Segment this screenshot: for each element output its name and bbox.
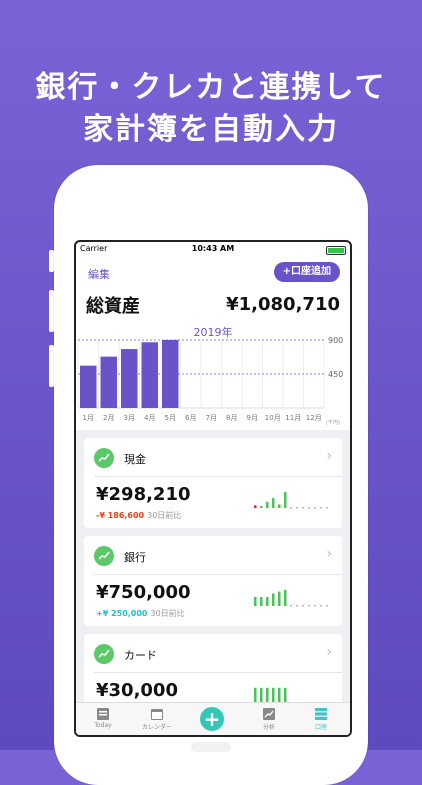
sparkline-placeholder (302, 605, 304, 607)
chart-bar (100, 356, 117, 408)
status-time: 10:43 AM (191, 244, 235, 253)
account-amount: ¥30,000 (96, 680, 178, 701)
x-tick-label: 6月 (185, 414, 196, 422)
x-tick-label: 9月 (247, 414, 258, 422)
x-tick-label: 11月 (285, 414, 301, 422)
account-amount: ¥750,000 (96, 582, 191, 603)
sparkline-placeholder (290, 605, 292, 607)
sparkline-placeholder (296, 605, 298, 607)
chart-bar (162, 340, 179, 408)
sparkline-bar (266, 501, 269, 508)
plus-icon: + (203, 707, 221, 731)
chart-icon (94, 644, 114, 664)
sparkline-bar (254, 505, 257, 508)
y-tick-label: 900 (328, 336, 343, 345)
x-tick-label: 1月 (83, 414, 94, 422)
account-list: 現金 › ¥298,210 -¥ 186,600 30日前比 銀行 › ¥750,000 +¥… (76, 430, 350, 735)
sparkline-bar (260, 506, 263, 508)
sparkline-bar (278, 591, 281, 606)
sparkline-chart (254, 491, 328, 509)
chart-icon (94, 448, 114, 468)
status-bar: Carrier 10:43 AM (76, 242, 350, 256)
battery-icon (326, 246, 346, 255)
accounts-icon (315, 708, 327, 720)
sparkline-bar (266, 597, 269, 606)
account-name: 銀行 (124, 551, 146, 564)
tab-analysis[interactable]: 分析 (242, 707, 296, 731)
x-tick-label: 3月 (124, 414, 135, 422)
sparkline-placeholder (296, 507, 298, 509)
tab-today[interactable]: Today (76, 707, 130, 729)
x-tick-label: 12月 (306, 414, 322, 422)
sparkline-chart (254, 589, 328, 607)
sparkline-placeholder (308, 605, 310, 607)
add-entry-button[interactable]: + (200, 707, 224, 731)
card-divider (94, 672, 342, 673)
sparkline-placeholder (308, 507, 310, 509)
headline-line2: 家計簿を自動入力 (83, 112, 339, 147)
account-card-cash[interactable]: 現金 › ¥298,210 -¥ 186,600 30日前比 (84, 438, 342, 528)
account-card-bank[interactable]: 銀行 › ¥750,000 +¥ 250,000 30日前比 (84, 536, 342, 626)
tab-calendar-label: カレンダー (141, 724, 172, 731)
sparkline-bar (284, 589, 287, 606)
today-icon (97, 708, 109, 720)
tab-accounts[interactable]: 口座 (294, 707, 348, 731)
sparkline-placeholder (290, 507, 292, 509)
tab-calendar[interactable]: カレンダー (130, 707, 184, 731)
sparkline-bar (278, 504, 281, 508)
card-divider (94, 574, 342, 575)
account-name: カード (124, 649, 157, 662)
x-tick-label: 10月 (265, 414, 281, 422)
home-indicator (191, 742, 231, 752)
sparkline-bar (272, 593, 275, 606)
sparkline-placeholder (320, 507, 322, 509)
chevron-right-icon: › (326, 546, 332, 562)
tab-bar: Today カレンダー + 分析 口座 (76, 702, 350, 735)
tab-accounts-label: 口座 (314, 724, 327, 731)
calendar-icon (151, 709, 163, 720)
y-tick-label: 450 (328, 370, 343, 379)
account-diff: +¥ 250,000 30日前比 (96, 609, 185, 618)
card-divider (94, 476, 342, 477)
chevron-right-icon: › (326, 448, 332, 464)
chevron-right-icon: › (326, 644, 332, 660)
chart-bar (121, 349, 138, 408)
x-tick-label: 7月 (206, 414, 217, 422)
x-tick-label: 8月 (226, 414, 237, 422)
chart-bar (80, 365, 97, 408)
sparkline-bar (284, 491, 287, 508)
chart-bar (141, 342, 158, 408)
tab-analysis-label: 分析 (262, 724, 275, 731)
sparkline-placeholder (314, 605, 316, 607)
asset-chart: 2019年 900 450 (千円) 1月 2月 3月 4月 5月 6月 7月 8月 9月 10月 11月… (76, 320, 350, 430)
sparkline-placeholder (326, 507, 328, 509)
chart-icon (94, 546, 114, 566)
sparkline-placeholder (302, 507, 304, 509)
sparkline-bar (272, 498, 275, 508)
x-tick-label: 5月 (165, 414, 176, 422)
x-tick-label: 4月 (144, 414, 155, 422)
add-account-button[interactable]: +口座追加 (273, 262, 340, 282)
x-tick-label: 2月 (103, 414, 114, 422)
chart-svg: 900 450 (千円) 1月 2月 3月 4月 5月 6月 7月 8月 9月 10月 11月 12月 (77, 336, 343, 426)
sparkline-bar (260, 597, 263, 606)
total-assets-label: 総資産 (86, 296, 140, 317)
total-assets-value: ¥1,080,710 (226, 294, 340, 315)
sparkline-placeholder (314, 507, 316, 509)
sparkline-bar (254, 597, 257, 606)
account-amount: ¥298,210 (96, 484, 191, 505)
account-name: 現金 (124, 453, 146, 466)
sparkline-placeholder (326, 605, 328, 607)
headline-line1: 銀行・クレカと連携して (35, 70, 387, 105)
analysis-icon (263, 708, 275, 720)
sparkline-placeholder (320, 605, 322, 607)
y-unit-label: (千円) (326, 419, 340, 426)
edit-button[interactable]: 編集 (88, 266, 110, 282)
account-diff: -¥ 186,600 30日前比 (96, 511, 182, 520)
tab-today-label: Today (94, 722, 112, 729)
app-screen: Carrier 10:43 AM 編集 +口座追加 総資産 ¥1,080,710… (74, 240, 352, 737)
